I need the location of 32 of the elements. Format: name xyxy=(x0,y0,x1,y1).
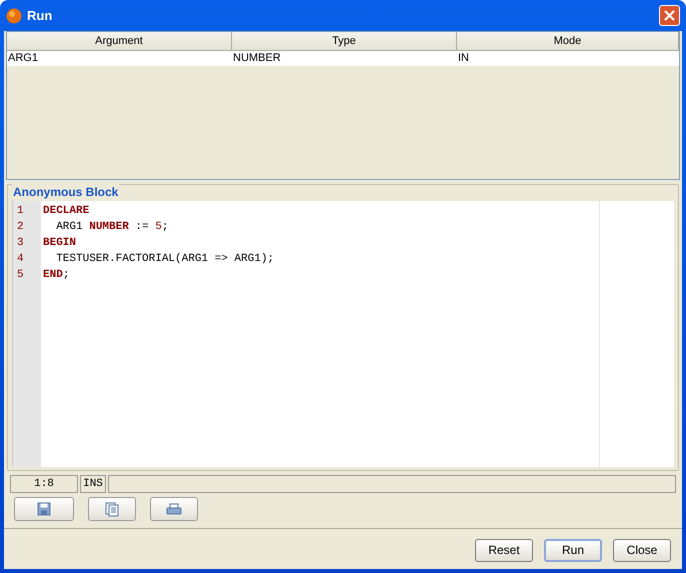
printer-icon xyxy=(166,502,182,516)
column-header[interactable]: Argument xyxy=(7,32,232,51)
line-number: 4 xyxy=(16,252,25,267)
code-line: DECLARE xyxy=(43,204,90,219)
dialog-button[interactable]: Run xyxy=(544,538,602,562)
line-number: 1 xyxy=(16,204,25,219)
line-number: 5 xyxy=(16,268,25,283)
dialog-button[interactable]: Reset xyxy=(475,538,533,562)
close-icon xyxy=(663,9,676,22)
table-cell-text: IN xyxy=(457,51,470,66)
app-icon xyxy=(6,8,22,24)
print-button[interactable] xyxy=(150,497,198,521)
table-cell-text: NUMBER xyxy=(232,51,282,66)
table-cell-text: ARG1 xyxy=(7,51,39,66)
code-line: TESTUSER.FACTORIAL(ARG1 => ARG1); xyxy=(55,252,274,267)
dialog-button[interactable]: Close xyxy=(613,538,671,562)
line-number: 3 xyxy=(16,236,25,251)
documents-icon xyxy=(105,502,119,516)
save-button[interactable] xyxy=(14,497,74,521)
code-line: BEGIN xyxy=(43,236,76,251)
code-line: ARG1 NUMBER := 5; xyxy=(55,220,168,235)
cursor-position: 1:8 xyxy=(10,475,78,493)
line-number: 2 xyxy=(16,220,25,235)
copy-button[interactable] xyxy=(88,497,136,521)
code-editor[interactable]: 1 2 3 4 5 DECLARE ARG1 NUMBER := 5; BEGIN TESTUSER.FACTORIAL(ARG1 => ARG1); END; xyxy=(12,201,674,467)
close-button[interactable] xyxy=(659,5,680,26)
code-line: END; xyxy=(43,268,70,283)
column-header[interactable]: Mode xyxy=(457,32,679,51)
column-header[interactable]: Type xyxy=(232,32,457,51)
insert-mode-indicator: INS xyxy=(80,475,106,493)
section-title: Anonymous Block xyxy=(12,183,120,201)
window-title: Run xyxy=(27,6,52,25)
